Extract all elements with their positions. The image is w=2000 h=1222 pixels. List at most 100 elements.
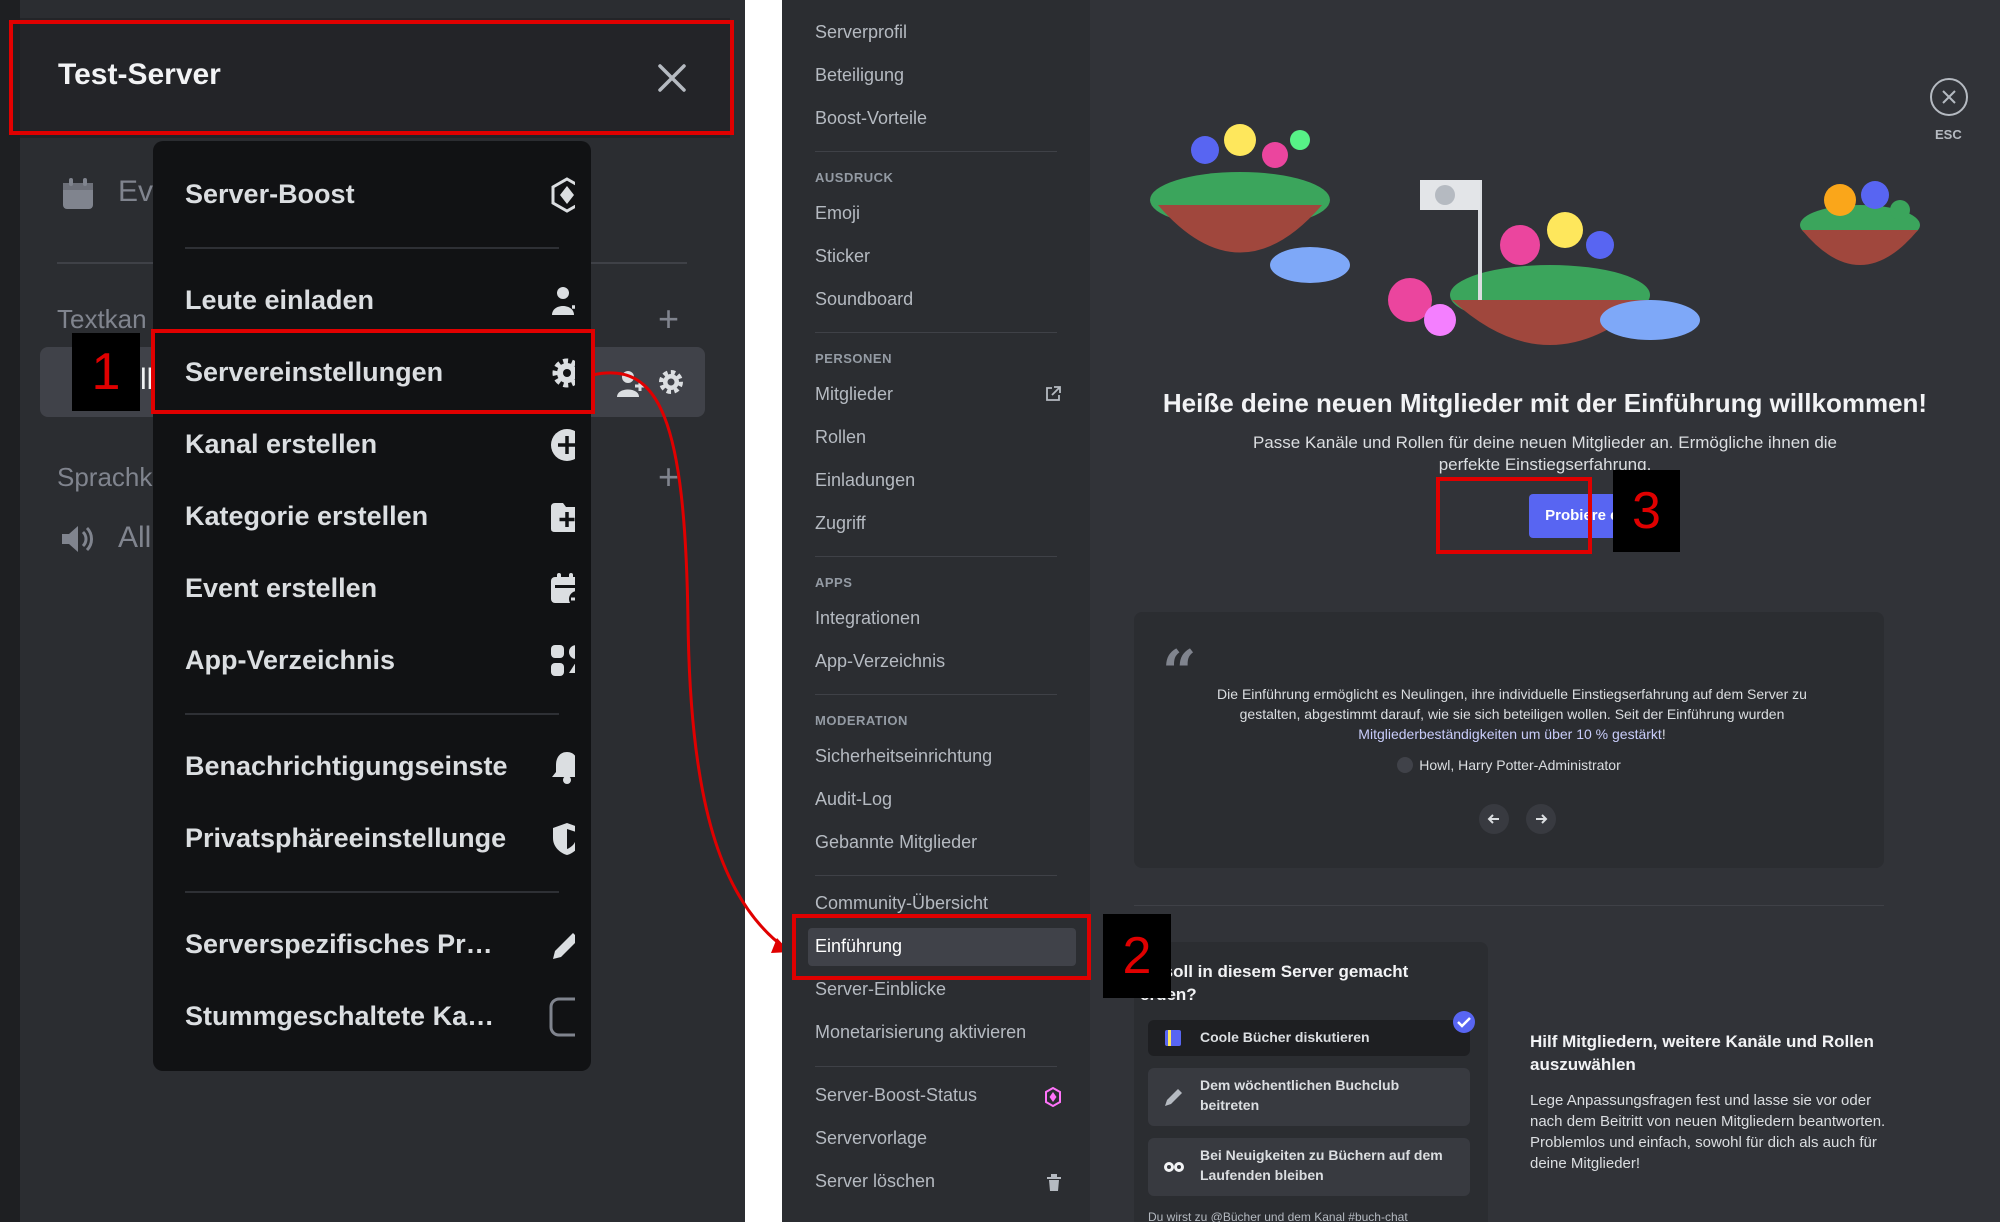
island-center-image — [1388, 180, 1700, 345]
testimonial-text-part: Die Einführung ermöglicht es Neulingen, … — [1217, 686, 1807, 722]
help-title: Hilf Mitgliedern, weitere Kanäle und Rol… — [1530, 1032, 1874, 1074]
nav-item-soundboard[interactable]: Soundboard — [815, 289, 913, 310]
author-avatar — [1397, 757, 1414, 773]
menu-item-label: Kanal erstellen — [185, 429, 378, 459]
nav-item-enable-monetization[interactable]: Monetarisierung aktivieren — [815, 1022, 1026, 1043]
voice-category-label[interactable]: Sprachk — [57, 462, 152, 493]
annotation-arrow — [591, 371, 790, 953]
external-link-icon — [1046, 386, 1061, 401]
nav-item-audit-log[interactable]: Audit-Log — [815, 789, 892, 810]
quote-icon: “ — [1162, 638, 1197, 708]
nav-item-banned-members[interactable]: Gebannte Mitglieder — [815, 832, 977, 853]
nav-item-boost-perks[interactable]: Boost-Vorteile — [815, 108, 927, 129]
menu-item-label: Leute einladen — [185, 285, 375, 315]
calendar-plus-icon — [551, 573, 575, 607]
menu-item-edit-server-profile[interactable]: Serverspezifisches Profil bearbeiten — [185, 915, 575, 975]
nav-separator — [815, 694, 1057, 695]
check-circle-icon — [1453, 1011, 1475, 1033]
nav-separator — [815, 1066, 1057, 1067]
boost-gem-icon — [551, 177, 575, 213]
section-divider — [1134, 905, 1884, 906]
nav-item-boost-status[interactable]: Server-Boost-Status — [815, 1085, 977, 1106]
nav-item-community-overview[interactable]: Community-Übersicht — [815, 893, 988, 914]
question-option[interactable]: Bei Neuigkeiten zu Büchern auf dem Laufe… — [1148, 1138, 1470, 1196]
events-label[interactable]: Ev — [118, 175, 153, 209]
help-text: Lege Anpassungsfragen fest und lasse sie… — [1530, 1092, 1886, 1172]
testimonial-author: Howl, Harry Potter-Administrator — [1134, 757, 1884, 773]
menu-item-privacy-settings[interactable]: Privatsphäreeinstellungen — [185, 809, 575, 869]
menu-item-invite-people[interactable]: Leute einladen — [185, 271, 575, 331]
text-category-label[interactable]: Textkan — [57, 304, 147, 335]
menu-item-server-boost[interactable]: Server-Boost — [185, 165, 575, 225]
option-label: Coole Bücher diskutieren — [1200, 1029, 1370, 1045]
question-title: as soll in diesem Server gemacht erden? — [1140, 962, 1409, 1004]
next-testimonial-button[interactable] — [1526, 804, 1556, 834]
add-text-channel-icon[interactable]: + — [658, 298, 679, 340]
nav-item-app-directory[interactable]: App-Verzeichnis — [815, 651, 945, 672]
nav-separator — [815, 875, 1057, 876]
menu-item-label: App-Verzeichnis — [185, 645, 396, 675]
onboarding-subtitle: Passe Kanäle und Rollen für deine neuen … — [1252, 433, 1838, 474]
highlight-onboarding-nav — [792, 914, 1091, 980]
nav-separator — [815, 556, 1057, 557]
highlight-server-header — [9, 20, 734, 135]
nav-section-moderation: MODERATION — [815, 713, 908, 728]
invite-people-icon — [552, 287, 575, 315]
boost-gem-icon — [1045, 1087, 1061, 1107]
option-label: Bei Neuigkeiten zu Büchern auf dem Laufe… — [1200, 1147, 1443, 1183]
pencil-icon — [553, 933, 575, 959]
menu-item-label: Event erstellen — [185, 573, 378, 603]
question-footer: Du wirst zu @Bücher und dem Kanal #buch-… — [1148, 1210, 1408, 1222]
nav-item-delete-server[interactable]: Server löschen — [815, 1171, 935, 1192]
nav-item-sticker[interactable]: Sticker — [815, 246, 870, 267]
nav-item-integrations[interactable]: Integrationen — [815, 608, 920, 629]
testimonial-text: Die Einführung ermöglicht es Neulingen, … — [1212, 684, 1812, 744]
nav-item-safety-setup[interactable]: Sicherheitseinrichtung — [815, 746, 992, 767]
nav-item-server-insights[interactable]: Server-Einblicke — [815, 979, 946, 1000]
voice-channel-fragment[interactable]: All — [118, 521, 151, 555]
menu-item-create-channel[interactable]: Kanal erstellen — [185, 415, 575, 475]
menu-separator — [185, 247, 559, 249]
folder-plus-icon — [551, 503, 575, 532]
nav-item-members[interactable]: Mitglieder — [815, 384, 893, 405]
menu-item-label: Privatsphäreeinstellungen — [185, 823, 507, 853]
menu-item-create-event[interactable]: Event erstellen — [185, 559, 575, 619]
nav-item-server-template[interactable]: Servervorlage — [815, 1128, 927, 1149]
menu-item-label: Server-Boost — [185, 179, 355, 209]
nav-item-engagement[interactable]: Beteiligung — [815, 65, 904, 86]
bell-icon — [552, 752, 575, 784]
author-name: Howl, Harry Potter-Administrator — [1419, 757, 1621, 773]
island-right-image — [1800, 181, 1920, 265]
server-rail — [0, 0, 20, 1222]
nav-section-apps: APPS — [815, 575, 853, 590]
onboarding-content: ESC Heiße deine neuen Mitglieder mit der… — [1090, 0, 2000, 1222]
nav-item-emoji[interactable]: Emoji — [815, 203, 860, 224]
question-option-selected[interactable]: Coole Bücher diskutieren — [1148, 1020, 1470, 1056]
onboarding-illustration — [1150, 124, 1920, 345]
menu-item-label: Benachrichtigungseinstellungen — [185, 751, 507, 781]
onboarding-title: Heiße deine neuen Mitglieder mit der Ein… — [1162, 388, 1928, 418]
nav-item-access[interactable]: Zugriff — [815, 513, 866, 534]
checkbox-icon[interactable] — [549, 997, 575, 1037]
question-option[interactable]: Dem wöchentlichen Buchclub beitreten — [1148, 1068, 1470, 1126]
nav-item-roles[interactable]: Rollen — [815, 427, 866, 448]
menu-item-label: Serverspezifisches Profil bearbeiten — [185, 929, 507, 959]
testimonial-card: “ Die Einführung ermöglicht es Neulingen… — [1134, 612, 1884, 868]
plus-circle-icon — [551, 429, 575, 461]
nav-item-invites[interactable]: Einladungen — [815, 470, 915, 491]
shield-icon — [553, 823, 575, 855]
speaker-icon — [62, 526, 93, 552]
glasses-icon — [1164, 1162, 1184, 1172]
menu-item-create-category[interactable]: Kategorie erstellen — [185, 487, 575, 547]
nav-section-people: PERSONEN — [815, 351, 892, 366]
menu-item-hide-muted-channels[interactable]: Stummgeschaltete Kanäle ausblenden — [185, 987, 575, 1047]
menu-item-app-directory[interactable]: App-Verzeichnis — [185, 631, 575, 691]
menu-item-notification-settings[interactable]: Benachrichtigungseinstellungen — [185, 737, 575, 797]
option-label: Dem wöchentlichen Buchclub beitreten — [1200, 1077, 1400, 1113]
step-badge-1: 1 — [72, 333, 140, 411]
highlight-try-button — [1436, 477, 1592, 554]
nav-item-server-profile[interactable]: Serverprofil — [815, 22, 907, 43]
settings-sidebar: Serverprofil Beteiligung Boost-Vorteile … — [782, 0, 1090, 1222]
nav-separator — [815, 332, 1057, 333]
prev-testimonial-button[interactable] — [1479, 804, 1509, 834]
